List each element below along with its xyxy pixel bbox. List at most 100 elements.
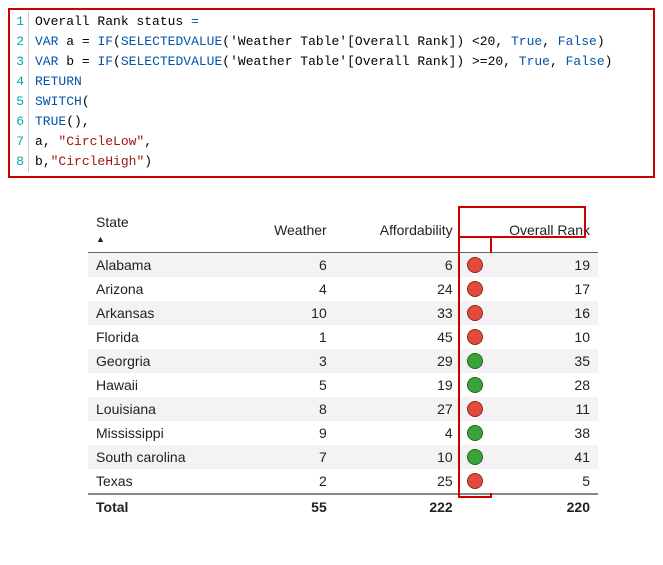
cell-state: Arkansas	[88, 301, 237, 325]
line-content: RETURN	[29, 72, 82, 92]
cell-state: Hawaii	[88, 373, 237, 397]
code-line[interactable]: 8b,"CircleHigh")	[10, 152, 653, 172]
line-number: 2	[10, 32, 29, 52]
code-line[interactable]: 1Overall Rank status =	[10, 12, 653, 32]
cell-afford: 6	[335, 253, 461, 278]
data-table-wrapper: State ▲ Weather Affordability Overall Ra…	[88, 208, 598, 519]
cell-state: Mississippi	[88, 421, 237, 445]
cell-rank: 11	[461, 397, 598, 421]
line-content: VAR b = IF(SELECTEDVALUE('Weather Table'…	[29, 52, 612, 72]
cell-rank: 19	[461, 253, 598, 278]
table-row[interactable]: Hawaii51928	[88, 373, 598, 397]
status-circle-icon	[467, 353, 483, 369]
line-content: SWITCH(	[29, 92, 90, 112]
total-afford: 222	[335, 494, 461, 519]
line-number: 1	[10, 12, 29, 32]
cell-weather: 6	[237, 253, 334, 278]
cell-weather: 1	[237, 325, 334, 349]
total-rank: 220	[461, 494, 598, 519]
status-circle-icon	[467, 425, 483, 441]
table-row[interactable]: Florida14510	[88, 325, 598, 349]
table-total-row: Total55222220	[88, 494, 598, 519]
cell-weather: 10	[237, 301, 334, 325]
status-circle-icon	[467, 449, 483, 465]
status-circle-icon	[467, 401, 483, 417]
cell-state: Florida	[88, 325, 237, 349]
cell-weather: 9	[237, 421, 334, 445]
cell-rank: 10	[461, 325, 598, 349]
status-circle-icon	[467, 305, 483, 321]
header-weather[interactable]: Weather	[237, 208, 334, 253]
line-number: 3	[10, 52, 29, 72]
line-number: 5	[10, 92, 29, 112]
total-weather: 55	[237, 494, 334, 519]
status-circle-icon	[467, 329, 483, 345]
header-state[interactable]: State ▲	[88, 208, 237, 253]
cell-afford: 19	[335, 373, 461, 397]
line-number: 7	[10, 132, 29, 152]
line-number: 6	[10, 112, 29, 132]
cell-rank: 38	[461, 421, 598, 445]
cell-weather: 8	[237, 397, 334, 421]
table-row[interactable]: Louisiana82711	[88, 397, 598, 421]
cell-state: Texas	[88, 469, 237, 494]
cell-rank: 41	[461, 445, 598, 469]
status-circle-icon	[467, 473, 483, 489]
dax-code-block[interactable]: 1Overall Rank status =2VAR a = IF(SELECT…	[8, 8, 655, 178]
cell-afford: 27	[335, 397, 461, 421]
cell-weather: 4	[237, 277, 334, 301]
total-label: Total	[88, 494, 237, 519]
code-line[interactable]: 7a, "CircleLow",	[10, 132, 653, 152]
cell-state: Louisiana	[88, 397, 237, 421]
cell-state: Georgria	[88, 349, 237, 373]
cell-rank: 35	[461, 349, 598, 373]
line-number: 8	[10, 152, 29, 172]
line-number: 4	[10, 72, 29, 92]
table-row[interactable]: Arizona42417	[88, 277, 598, 301]
table-row[interactable]: Arkansas103316	[88, 301, 598, 325]
code-line[interactable]: 3VAR b = IF(SELECTEDVALUE('Weather Table…	[10, 52, 653, 72]
code-line[interactable]: 2VAR a = IF(SELECTEDVALUE('Weather Table…	[10, 32, 653, 52]
table-row[interactable]: Georgria32935	[88, 349, 598, 373]
cell-rank: 28	[461, 373, 598, 397]
header-row: State ▲ Weather Affordability Overall Ra…	[88, 208, 598, 253]
status-circle-icon	[467, 377, 483, 393]
cell-afford: 29	[335, 349, 461, 373]
table-body: Alabama6619Arizona42417Arkansas103316Flo…	[88, 253, 598, 520]
cell-afford: 25	[335, 469, 461, 494]
cell-afford: 4	[335, 421, 461, 445]
header-state-label: State	[96, 214, 129, 230]
cell-weather: 3	[237, 349, 334, 373]
data-table: State ▲ Weather Affordability Overall Ra…	[88, 208, 598, 519]
cell-state: Arizona	[88, 277, 237, 301]
line-content: TRUE(),	[29, 112, 90, 132]
cell-rank: 5	[461, 469, 598, 494]
cell-state: Alabama	[88, 253, 237, 278]
code-line[interactable]: 5SWITCH(	[10, 92, 653, 112]
status-circle-icon	[467, 281, 483, 297]
table-row[interactable]: South carolina71041	[88, 445, 598, 469]
table-row[interactable]: Mississippi9438	[88, 421, 598, 445]
cell-afford: 33	[335, 301, 461, 325]
line-content: b,"CircleHigh")	[29, 152, 152, 172]
header-rank-label: Overall Rank	[509, 222, 590, 238]
cell-weather: 7	[237, 445, 334, 469]
code-line[interactable]: 6TRUE(),	[10, 112, 653, 132]
line-content: VAR a = IF(SELECTEDVALUE('Weather Table'…	[29, 32, 605, 52]
cell-rank: 16	[461, 301, 598, 325]
header-overall-rank[interactable]: Overall Rank	[461, 208, 598, 253]
table-row[interactable]: Alabama6619	[88, 253, 598, 278]
line-content: a, "CircleLow",	[29, 132, 152, 152]
table-row[interactable]: Texas2255	[88, 469, 598, 494]
cell-rank: 17	[461, 277, 598, 301]
cell-afford: 45	[335, 325, 461, 349]
sort-asc-icon: ▲	[96, 234, 105, 244]
cell-afford: 10	[335, 445, 461, 469]
line-content: Overall Rank status =	[29, 12, 199, 32]
header-affordability[interactable]: Affordability	[335, 208, 461, 253]
header-weather-label: Weather	[274, 222, 327, 238]
cell-state: South carolina	[88, 445, 237, 469]
code-line[interactable]: 4RETURN	[10, 72, 653, 92]
header-afford-label: Affordability	[380, 222, 453, 238]
cell-weather: 5	[237, 373, 334, 397]
